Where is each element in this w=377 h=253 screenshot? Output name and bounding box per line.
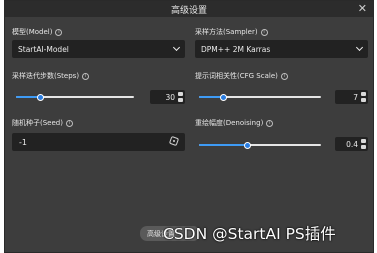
steps-number-input[interactable]: 30 [150,90,185,104]
steps-label-row: 采样迭代步数(Steps) i [12,71,90,81]
info-icon: i [266,119,274,127]
denoising-slider-fill [199,144,247,146]
sampler-label: 采样方法(Sampler) [195,28,258,36]
model-value: StartAI-Model [18,44,69,54]
advanced-settings-dialog: 高级设置 ✕ 模型(Model) i StartAI-Model 采样方法(Sa… [4,0,374,253]
cfg-slider[interactable] [199,93,321,101]
denoising-label-row: 重绘幅度(Denoising) i [195,118,274,128]
info-icon: i [280,72,288,80]
steps-label: 采样迭代步数(Steps) [12,72,80,80]
denoising-value: 0.4 [346,139,358,149]
info-icon: i [82,72,90,80]
sampler-label-row: 采样方法(Sampler) i [195,27,268,37]
chevron-down-icon [172,43,181,52]
watermark-text: CSDN @StartAI PS插件 [163,225,336,243]
model-select[interactable]: StartAI-Model [12,40,185,58]
chevron-down-icon [355,43,364,52]
dice-icon[interactable] [168,135,180,147]
cfg-label: 提示词相关性(CFG Scale) [195,72,278,80]
sampler-select[interactable]: DPM++ 2M Karras [195,40,368,58]
dialog-title: 高级设置 [170,6,207,16]
cfg-value: 7 [353,92,358,102]
seed-value: -1 [19,137,27,147]
model-label: 模型(Model) [12,28,53,36]
stepper-icon[interactable] [361,92,366,102]
sampler-value: DPM++ 2M Karras [201,44,271,54]
dialog-titlebar: 高级设置 ✕ [5,1,373,17]
seed-label: 随机种子(Seed) [12,119,63,127]
denoising-slider[interactable] [199,141,321,149]
steps-slider-thumb[interactable] [37,93,44,101]
cfg-number-input[interactable]: 7 [335,90,368,104]
steps-value: 30 [165,92,175,102]
seed-input[interactable]: -1 [12,133,185,151]
denoising-number-input[interactable]: 0.4 [335,137,368,151]
close-icon[interactable]: ✕ [358,2,367,15]
stepper-icon[interactable] [178,92,183,102]
info-icon: i [55,28,63,36]
info-icon: i [260,28,268,36]
stepper-icon[interactable] [361,139,366,149]
steps-slider[interactable] [16,93,134,101]
denoising-slider-thumb[interactable] [244,141,251,149]
model-label-row: 模型(Model) i [12,27,63,37]
info-icon: i [65,119,73,127]
cfg-slider-thumb[interactable] [220,93,227,101]
cfg-label-row: 提示词相关性(CFG Scale) i [195,71,288,81]
seed-label-row: 随机种子(Seed) i [12,118,73,128]
denoising-label: 重绘幅度(Denoising) [195,119,264,127]
